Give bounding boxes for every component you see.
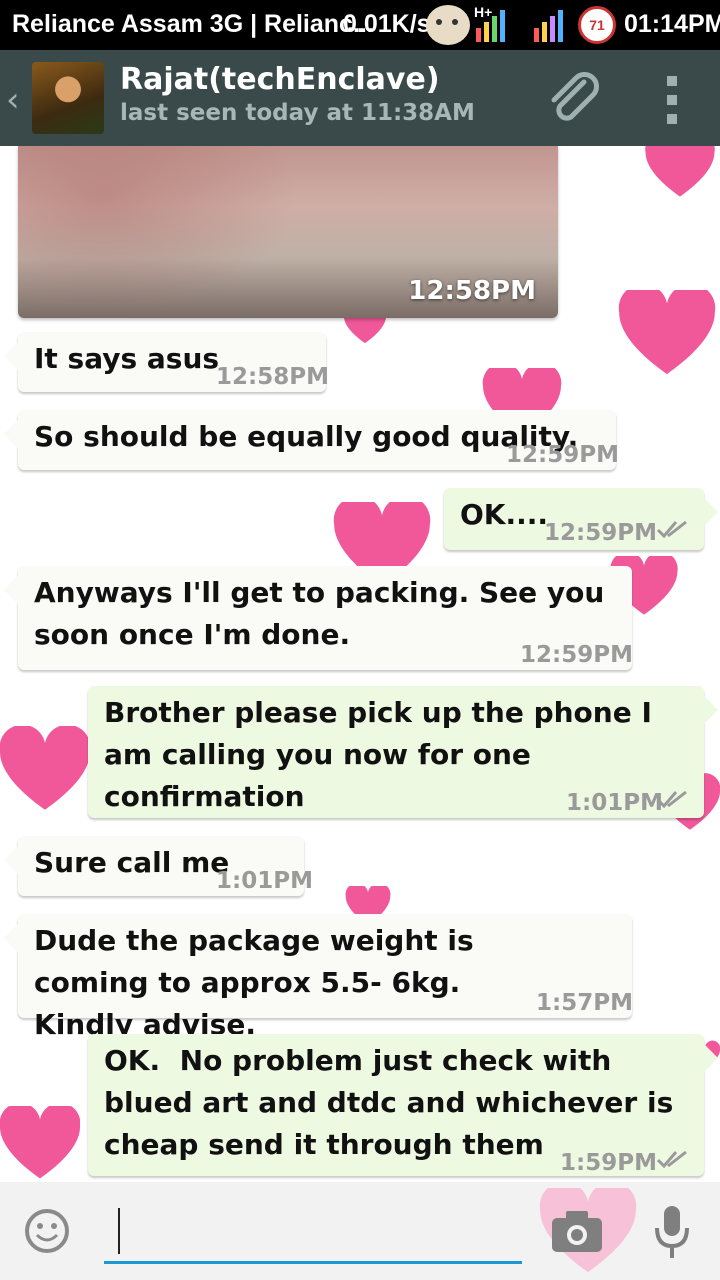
message-time: 12:59PM xyxy=(520,642,633,668)
outgoing-message[interactable]: OK.... 12:59PM xyxy=(444,488,718,550)
wallpaper-heart-icon xyxy=(618,290,716,375)
text-caret xyxy=(118,1208,120,1254)
incoming-message[interactable]: Sure call me 1:01PM xyxy=(4,836,313,896)
image-message[interactable]: 12:58PM xyxy=(18,146,558,318)
message-time: 1:59PM xyxy=(560,1150,657,1176)
microphone-icon[interactable] xyxy=(652,1204,692,1260)
read-receipt-icon xyxy=(656,1150,687,1169)
message-text: Dude the package weight is coming to app… xyxy=(34,924,484,1041)
wallpaper-heart-icon xyxy=(0,726,90,810)
message-text: Sure call me xyxy=(34,846,230,879)
message-text: So should be equally good quality. xyxy=(34,420,579,453)
network-type-label: H+ xyxy=(474,4,493,20)
last-seen-status: last seen today at 11:38AM xyxy=(120,100,475,126)
incoming-message[interactable]: So should be equally good quality. 12:59… xyxy=(4,410,619,470)
clock: 01:14PM xyxy=(624,10,720,38)
message-time: 12:59PM xyxy=(506,442,619,468)
avatar[interactable] xyxy=(32,62,104,134)
message-input[interactable] xyxy=(104,1202,522,1264)
incoming-message[interactable]: It says asus 12:58PM xyxy=(4,332,329,392)
status-bar: Reliance Assam 3G | Relianc... 0.01K/s H… xyxy=(0,0,720,50)
message-composer xyxy=(0,1182,720,1280)
network-speed: 0.01K/s xyxy=(343,10,431,38)
message-text: It says asus xyxy=(34,342,220,375)
incoming-message[interactable]: Anyways I'll get to packing. See you soo… xyxy=(4,566,633,670)
message-text: OK.... xyxy=(460,498,549,531)
wallpaper-heart-icon xyxy=(645,146,715,197)
cat-notification-icon xyxy=(426,5,470,45)
outgoing-message[interactable]: Brother please pick up the phone I am ca… xyxy=(88,686,718,818)
back-icon[interactable]: ‹ xyxy=(6,80,20,120)
outgoing-message[interactable]: OK. No problem just check with blued art… xyxy=(88,1034,718,1176)
wallpaper-heart-icon xyxy=(0,1106,80,1179)
message-time: 1:57PM xyxy=(536,990,633,1016)
incoming-message[interactable]: Dude the package weight is coming to app… xyxy=(4,914,633,1041)
message-time: 1:01PM xyxy=(566,790,663,816)
attach-icon[interactable] xyxy=(544,72,604,128)
camera-icon[interactable] xyxy=(550,1208,604,1254)
battery-badge-icon: 71 xyxy=(578,6,616,44)
read-receipt-icon xyxy=(656,520,687,539)
message-time: 12:58PM xyxy=(216,364,329,390)
carrier-label: Reliance Assam 3G | Relianc... xyxy=(12,10,374,38)
message-time: 1:01PM xyxy=(216,868,313,894)
chat-thread[interactable]: 12:58PM It says asus 12:58PM So should b… xyxy=(0,146,720,1182)
read-receipt-icon xyxy=(656,790,687,809)
emoji-icon[interactable] xyxy=(24,1208,70,1254)
overflow-menu-icon[interactable] xyxy=(660,76,684,124)
message-time: 12:59PM xyxy=(544,520,657,546)
signal-strength-icon-2 xyxy=(534,8,574,42)
chat-header: ‹ Rajat(techEnclave) last seen today at … xyxy=(0,50,720,146)
message-time: 12:58PM xyxy=(408,276,536,306)
contact-name[interactable]: Rajat(techEnclave) xyxy=(120,62,440,97)
